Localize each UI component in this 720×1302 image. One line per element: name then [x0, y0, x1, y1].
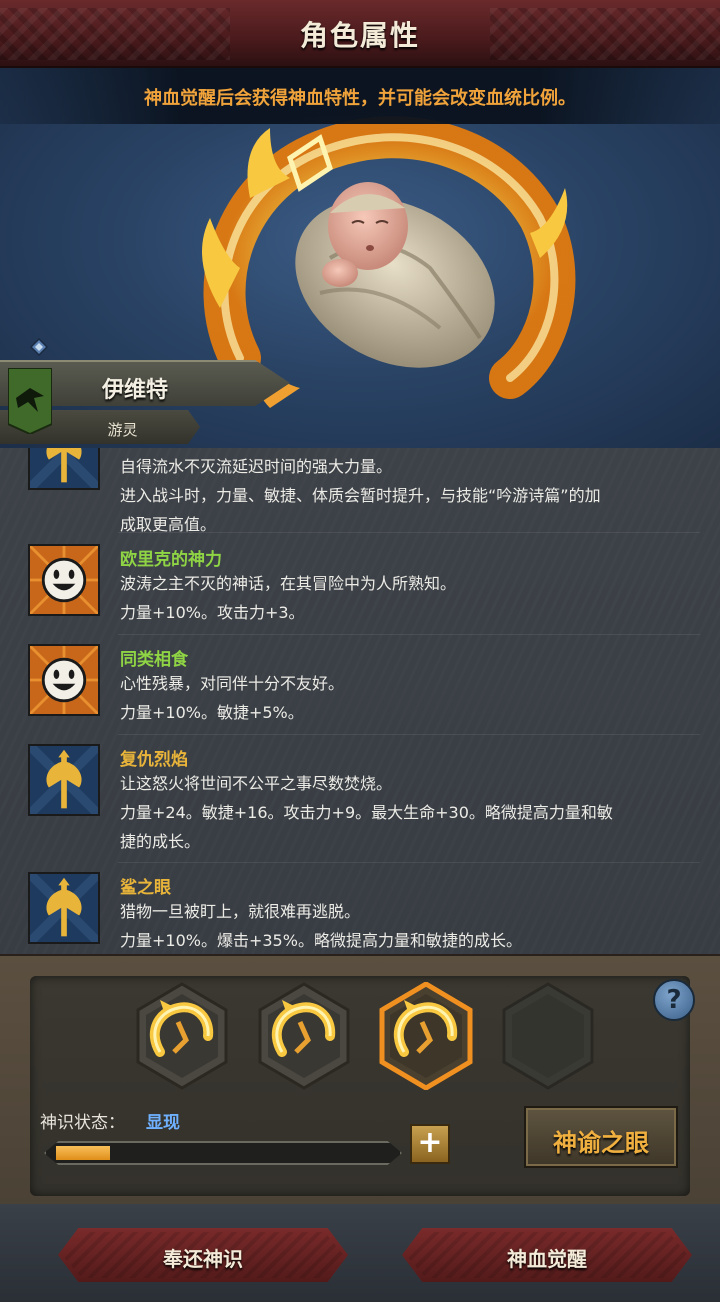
- trait-name: 同类相食: [120, 650, 188, 670]
- divider: [118, 532, 700, 533]
- divine-sense-status-value: 显现: [146, 1113, 180, 1133]
- trait-desc-line: 力量+10%。敏捷+5%。: [120, 703, 304, 722]
- trait-desc-line: 力量+24。敏捷+16。攻击力+9。最大生命+30。略微提高力量和敏: [120, 803, 613, 822]
- trait-desc-line: 自得流水不灭流延迟时间的强大力量。: [120, 457, 393, 476]
- axe-icon: [28, 872, 100, 944]
- bird-crest-icon: [8, 368, 52, 434]
- trait-name: 鲨之眼: [120, 878, 171, 898]
- divider: [118, 734, 700, 735]
- trait-desc-line: 力量+10%。攻击力+3。: [120, 603, 305, 622]
- trait-desc-line: 进入战斗时，力量、敏捷、体质会暂时提升，与技能“吟游诗篇”的加: [120, 486, 601, 505]
- trait-desc-line: 成取更高值。: [120, 515, 217, 534]
- trait-desc-line: 捷的成长。: [120, 832, 201, 851]
- return-divine-sense-label: 奉还神识: [163, 1247, 243, 1271]
- smiley-icon: [28, 644, 100, 716]
- axe-icon: [28, 744, 100, 816]
- hint-bar: 神血觉醒后会获得神血特性，并可能会改变血统比例。: [0, 68, 720, 124]
- axe-icon: [28, 448, 100, 490]
- trait-desc-line: 力量+10%。爆击+35%。略微提高力量和敏捷的成长。: [120, 931, 522, 950]
- divine-sense-progress-bar: [44, 1141, 402, 1165]
- trait-name: 复仇烈焰: [120, 750, 188, 770]
- flame-ring-slot-3-selected[interactable]: [378, 982, 474, 1090]
- progress-fill: [56, 1146, 110, 1160]
- trait-desc-line: 心性残暴，对同伴十分不友好。: [120, 674, 345, 693]
- divine-sense-status-label: 神识状态：: [40, 1113, 125, 1133]
- divider: [118, 862, 700, 863]
- trait-desc-line: 波涛之主不灭的神话，在其冒险中为人所熟知。: [120, 574, 457, 593]
- oracle-eye-button[interactable]: 神谕之眼: [524, 1106, 678, 1168]
- title-bar: 角色属性: [0, 0, 720, 68]
- add-button[interactable]: +: [410, 1124, 450, 1164]
- oracle-eye-label: 神谕之眼: [553, 1129, 649, 1157]
- flame-ring-slot-1[interactable]: [134, 982, 230, 1090]
- trait-name: 欧里克的神力: [120, 550, 222, 570]
- divine-blood-awaken-label: 神血觉醒: [507, 1247, 587, 1271]
- flame-ring-slot-2[interactable]: [256, 982, 352, 1090]
- smiley-icon: [28, 544, 100, 616]
- hint-text: 神血觉醒后会获得神血特性，并可能会改变血统比例。: [144, 88, 576, 109]
- rank-icon: [30, 338, 48, 356]
- help-button[interactable]: ?: [653, 979, 695, 1021]
- empty-slot-4[interactable]: [500, 982, 596, 1090]
- return-divine-sense-button[interactable]: 奉还神识: [58, 1228, 348, 1282]
- divine-blood-awaken-button[interactable]: 神血觉醒: [402, 1228, 692, 1282]
- divider: [118, 634, 700, 635]
- trait-desc-line: 猎物一旦被盯上，就很难再逃脱。: [120, 902, 361, 921]
- trait-desc-line: 让这怒火将世间不公平之事尽数焚烧。: [120, 774, 393, 793]
- page-title: 角色属性: [299, 19, 420, 52]
- trait-list[interactable]: 自得流水不灭流延迟时间的强大力量。 进入战斗时，力量、敏捷、体质会暂时提升，与技…: [0, 448, 720, 954]
